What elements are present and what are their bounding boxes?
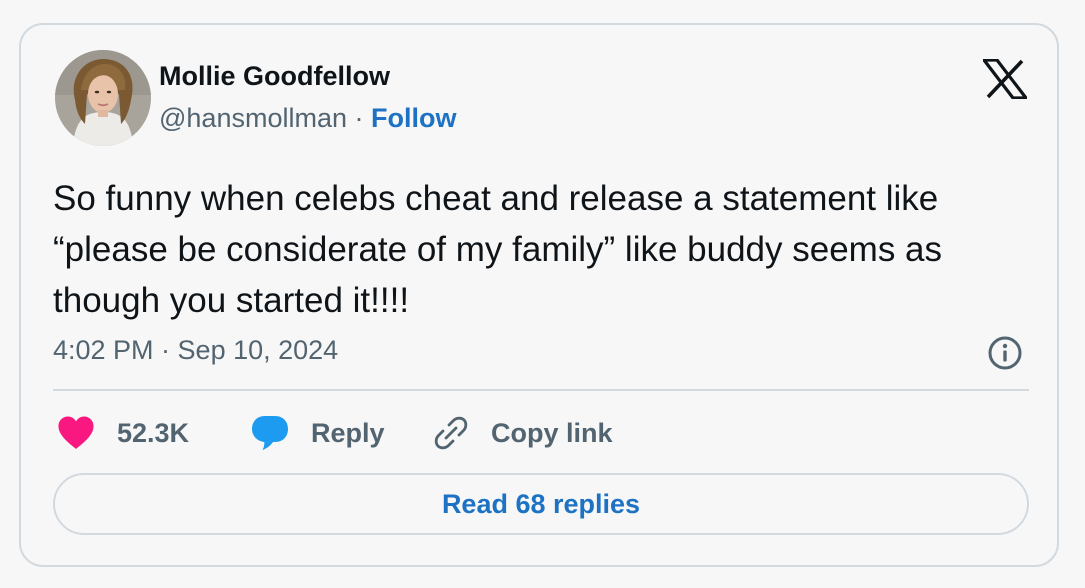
x-logo-icon[interactable] bbox=[980, 58, 1030, 100]
author-handle-row: @hansmollman · Follow bbox=[159, 103, 456, 134]
like-count: 52.3K bbox=[117, 417, 190, 448]
heart-icon bbox=[58, 416, 94, 449]
info-icon[interactable] bbox=[987, 335, 1023, 371]
divider bbox=[53, 389, 1029, 391]
tweet-card: Mollie Goodfellow @hansmollman · Follow … bbox=[19, 23, 1059, 567]
read-replies-button[interactable]: Read 68 replies bbox=[53, 473, 1029, 535]
copy-link-button[interactable]: Copy link bbox=[433, 413, 613, 453]
reply-label: Reply bbox=[311, 417, 385, 448]
author-display-name[interactable]: Mollie Goodfellow bbox=[159, 61, 390, 92]
separator-dot: · bbox=[347, 103, 371, 133]
reply-bubble-icon bbox=[252, 416, 288, 450]
avatar[interactable] bbox=[55, 50, 151, 146]
tweet-text: So funny when celebs cheat and release a… bbox=[53, 179, 943, 320]
tweet-timestamp[interactable]: 4:02 PM · Sep 10, 2024 bbox=[53, 335, 338, 366]
author-handle[interactable]: @hansmollman bbox=[159, 103, 347, 133]
like-button[interactable]: 52.3K bbox=[57, 413, 189, 453]
reply-button[interactable]: Reply bbox=[251, 413, 385, 453]
copy-link-label: Copy link bbox=[491, 417, 613, 448]
avatar-photo bbox=[55, 50, 151, 146]
follow-button[interactable]: Follow bbox=[371, 103, 456, 133]
link-icon bbox=[434, 416, 468, 450]
